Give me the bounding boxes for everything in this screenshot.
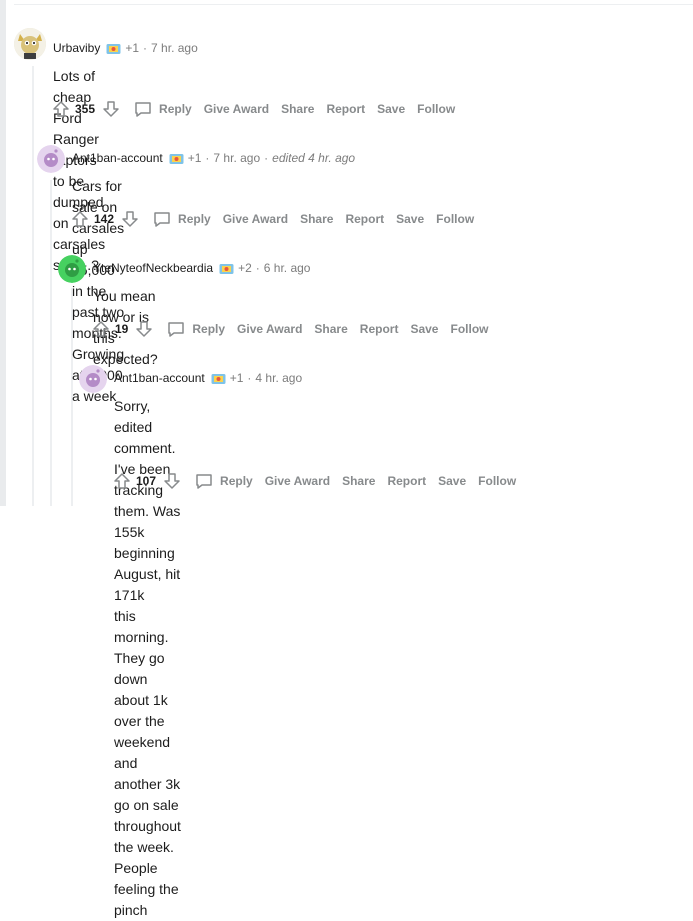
comment-timestamp[interactable]: 7 hr. ago (213, 151, 260, 165)
snoo-avatar-icon (58, 255, 86, 283)
separator-dot: · (247, 371, 252, 385)
comment-bubble-icon (135, 102, 151, 117)
award-icon[interactable] (106, 42, 121, 55)
report-button[interactable]: Report (387, 474, 426, 488)
vote-score: 142 (94, 212, 115, 226)
karma-badge: +1 (125, 41, 140, 55)
cat-avatar-icon (14, 28, 46, 60)
follow-button[interactable]: Follow (450, 322, 488, 336)
give-award-button[interactable]: Give Award (265, 474, 330, 488)
reply-button[interactable]: Reply (194, 471, 253, 491)
give-award-button[interactable]: Give Award (237, 322, 302, 336)
comment-timestamp[interactable]: 4 hr. ago (255, 371, 302, 385)
reply-label: Reply (192, 322, 226, 336)
give-award-button[interactable]: Give Award (223, 212, 288, 226)
snoo-avatar-icon (37, 145, 65, 173)
comment-bubble-icon (168, 322, 185, 337)
comment-author[interactable]: Urbaviby (53, 41, 100, 55)
avatar[interactable] (79, 365, 107, 393)
downvote-icon[interactable] (134, 319, 154, 339)
upvote-icon[interactable] (112, 471, 132, 491)
separator-dot: · (255, 261, 260, 275)
top-divider (14, 4, 693, 5)
snoo-avatar-icon (79, 365, 107, 393)
downvote-icon[interactable] (120, 209, 140, 229)
share-button[interactable]: Share (281, 102, 314, 116)
report-button[interactable]: Report (345, 212, 384, 226)
comment-actions: 142 Reply Give Award Share Report Save F… (70, 209, 474, 229)
reply-label: Reply (159, 102, 192, 116)
save-button[interactable]: Save (377, 102, 405, 116)
vote-score: 107 (136, 474, 157, 488)
share-button[interactable]: Share (342, 474, 375, 488)
comment-bubble-icon (154, 212, 170, 227)
comment-author[interactable]: Ant1ban-account (114, 371, 205, 385)
reply-button[interactable]: Reply (152, 209, 211, 229)
avatar[interactable] (14, 28, 46, 60)
thread-line-2[interactable] (50, 180, 52, 506)
award-icon[interactable] (219, 262, 234, 275)
comment-actions: 355 Reply Give Award Share Report Save F… (51, 99, 455, 119)
separator-dot: · (264, 151, 269, 165)
karma-badge: +1 (187, 151, 202, 165)
reply-label: Reply (220, 474, 253, 488)
upvote-icon[interactable] (91, 319, 111, 339)
reply-button[interactable]: Reply (133, 99, 192, 119)
save-button[interactable]: Save (396, 212, 424, 226)
reply-button[interactable]: Reply (166, 319, 225, 339)
follow-button[interactable]: Follow (417, 102, 455, 116)
avatar[interactable] (37, 145, 65, 173)
follow-button[interactable]: Follow (478, 474, 516, 488)
award-icon[interactable] (211, 372, 226, 385)
save-button[interactable]: Save (438, 474, 466, 488)
avatar[interactable] (58, 255, 86, 283)
comment-body-line: throughout the week. People feeling the … (114, 818, 181, 918)
karma-badge: +1 (229, 371, 244, 385)
follow-button[interactable]: Follow (436, 212, 474, 226)
downvote-icon[interactable] (162, 471, 182, 491)
comment-author[interactable]: YteNyteofNeckbeardia (93, 261, 213, 275)
vote-score: 19 (115, 322, 129, 336)
comment-timestamp[interactable]: 7 hr. ago (151, 41, 198, 55)
share-button[interactable]: Share (300, 212, 333, 226)
vote-score: 355 (75, 102, 96, 116)
award-icon[interactable] (169, 152, 184, 165)
upvote-icon[interactable] (51, 99, 71, 119)
separator-dot: · (143, 41, 148, 55)
thread-line-1[interactable] (32, 66, 34, 506)
comment-body-line: Sorry, edited comment. I've been trackin… (114, 398, 181, 603)
comment-author[interactable]: Ant1ban-account (72, 151, 163, 165)
save-button[interactable]: Save (410, 322, 438, 336)
comment-bubble-icon (196, 474, 212, 489)
give-award-button[interactable]: Give Award (204, 102, 269, 116)
karma-badge: +2 (238, 261, 252, 275)
comment-timestamp[interactable]: 6 hr. ago (264, 261, 311, 275)
report-button[interactable]: Report (326, 102, 365, 116)
reply-label: Reply (178, 212, 211, 226)
comment-body-line: this morning. They go down about 1k over… (114, 608, 181, 813)
comment-actions: 19 Reply Give Award Share Report Save Fo… (91, 319, 488, 339)
report-button[interactable]: Report (360, 322, 399, 336)
separator-dot: · (205, 151, 210, 165)
edited-label: edited 4 hr. ago (272, 151, 356, 165)
upvote-icon[interactable] (70, 209, 90, 229)
left-rail (0, 0, 6, 506)
comment-actions: 107 Reply Give Award Share Report Save F… (112, 471, 516, 491)
share-button[interactable]: Share (314, 322, 347, 336)
downvote-icon[interactable] (101, 99, 121, 119)
